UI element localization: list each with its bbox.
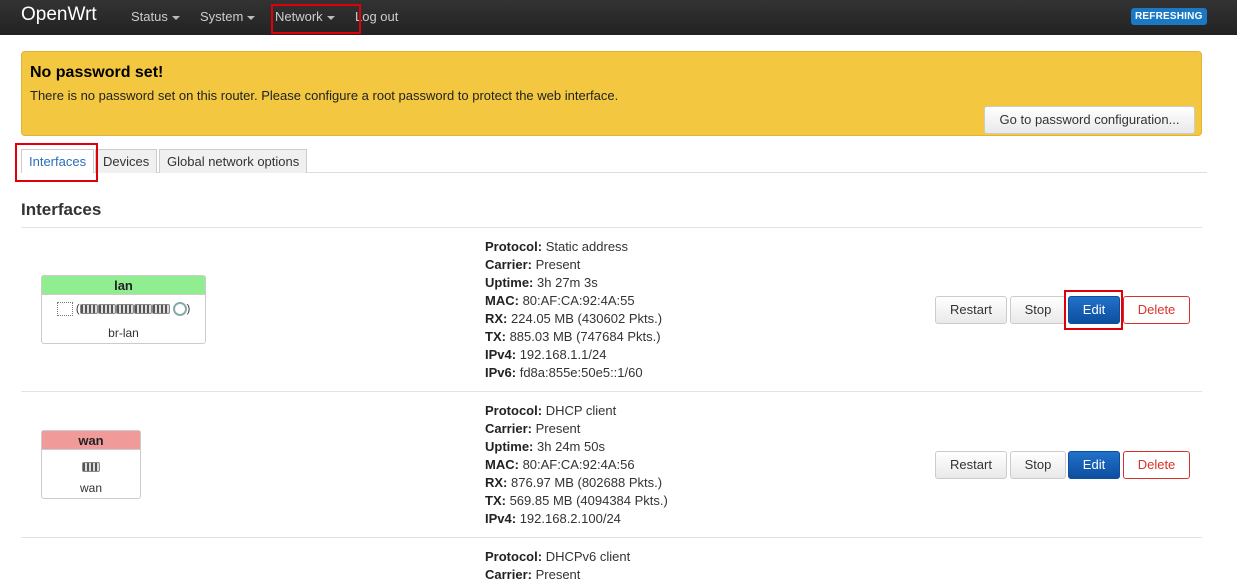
restart-button-lan[interactable]: Restart: [935, 296, 1007, 324]
refreshing-badge[interactable]: REFRESHING: [1131, 8, 1207, 25]
interface-details-lan: Protocol: Static address Carrier: Presen…: [485, 238, 662, 382]
interface-badge-lan[interactable]: lan ( ) br-lan: [41, 275, 206, 344]
detail-line: Carrier: Present: [485, 421, 581, 436]
edit-button-lan[interactable]: Edit: [1068, 296, 1120, 324]
detail-line: Carrier: Present: [485, 567, 581, 582]
detail-line: RX: 876.97 MB (802688 Pkts.): [485, 475, 663, 490]
ethernet-port-icon: [97, 304, 116, 314]
chevron-down-icon: [326, 15, 335, 20]
tab-interfaces[interactable]: Interfaces: [21, 149, 95, 173]
nav-status[interactable]: Status: [131, 9, 180, 24]
detail-line: Protocol: DHCP client: [485, 403, 617, 418]
interface-name: wan: [42, 431, 140, 450]
detail-line: Protocol: Static address: [485, 239, 629, 254]
stop-button-wan[interactable]: Stop: [1010, 451, 1066, 479]
restart-button-wan[interactable]: Restart: [935, 451, 1007, 479]
delete-button-wan[interactable]: Delete: [1123, 451, 1190, 479]
delete-button-lan[interactable]: Delete: [1123, 296, 1190, 324]
nav-network[interactable]: Network: [275, 9, 335, 24]
no-password-alert: No password set! There is no password se…: [21, 51, 1202, 136]
stop-button-lan[interactable]: Stop: [1010, 296, 1066, 324]
device-name: br-lan: [108, 326, 139, 340]
detail-line: Uptime: 3h 24m 50s: [485, 439, 605, 454]
interface-details-wan6: Protocol: DHCPv6 client Carrier: Present: [485, 548, 630, 583]
ethernet-port-icon: [79, 304, 98, 314]
bridge-icon: [56, 302, 73, 316]
detail-line: IPv6: fd8a:855e:50e5::1/60: [485, 365, 643, 380]
device-name: wan: [79, 481, 102, 495]
tab-global-network-options[interactable]: Global network options: [159, 149, 308, 173]
row-divider: [21, 391, 1202, 392]
detail-line: Protocol: DHCPv6 client: [485, 549, 631, 564]
interface-badge-wan[interactable]: wan wan: [41, 430, 141, 499]
detail-line: RX: 224.05 MB (430602 Pkts.): [485, 311, 663, 326]
device-ports: [42, 461, 140, 473]
chevron-down-icon: [171, 15, 180, 20]
detail-line: IPv4: 192.168.1.1/24: [485, 347, 607, 362]
detail-line: TX: 569.85 MB (4094384 Pkts.): [485, 493, 668, 508]
chevron-down-icon: [247, 15, 256, 20]
interface-details-wan: Protocol: DHCP client Carrier: Present U…: [485, 402, 668, 528]
detail-line: Uptime: 3h 27m 3s: [485, 275, 598, 290]
section-title: Interfaces: [21, 200, 102, 219]
ethernet-port-icon: [151, 304, 170, 314]
detail-line: TX: 885.03 MB (747684 Pkts.): [485, 329, 661, 344]
ethernet-port-icon: [82, 462, 100, 473]
tab-devices[interactable]: Devices: [95, 149, 158, 173]
nav-system[interactable]: System: [200, 9, 256, 24]
top-navbar: OpenWrt Status System Network Log out RE…: [0, 0, 1237, 35]
alert-message: There is no password set on this router.…: [30, 88, 619, 103]
device-ports: ( ): [42, 302, 205, 316]
password-config-button[interactable]: Go to password configuration...: [984, 106, 1195, 134]
row-divider: [21, 227, 1202, 228]
wifi-icon: [172, 302, 187, 316]
detail-line: Carrier: Present: [485, 257, 581, 272]
detail-line: MAC: 80:AF:CA:92:4A:55: [485, 293, 635, 308]
row-divider: [21, 537, 1202, 538]
edit-button-wan[interactable]: Edit: [1068, 451, 1120, 479]
detail-line: IPv4: 192.168.2.100/24: [485, 511, 621, 526]
ethernet-port-icon: [133, 304, 152, 314]
alert-title: No password set!: [30, 64, 164, 81]
interface-name: lan: [42, 276, 205, 295]
nav-logout[interactable]: Log out: [355, 9, 398, 24]
detail-line: MAC: 80:AF:CA:92:4A:56: [485, 457, 635, 472]
ethernet-port-icon: [115, 304, 134, 314]
brand-logo[interactable]: OpenWrt: [21, 4, 97, 26]
